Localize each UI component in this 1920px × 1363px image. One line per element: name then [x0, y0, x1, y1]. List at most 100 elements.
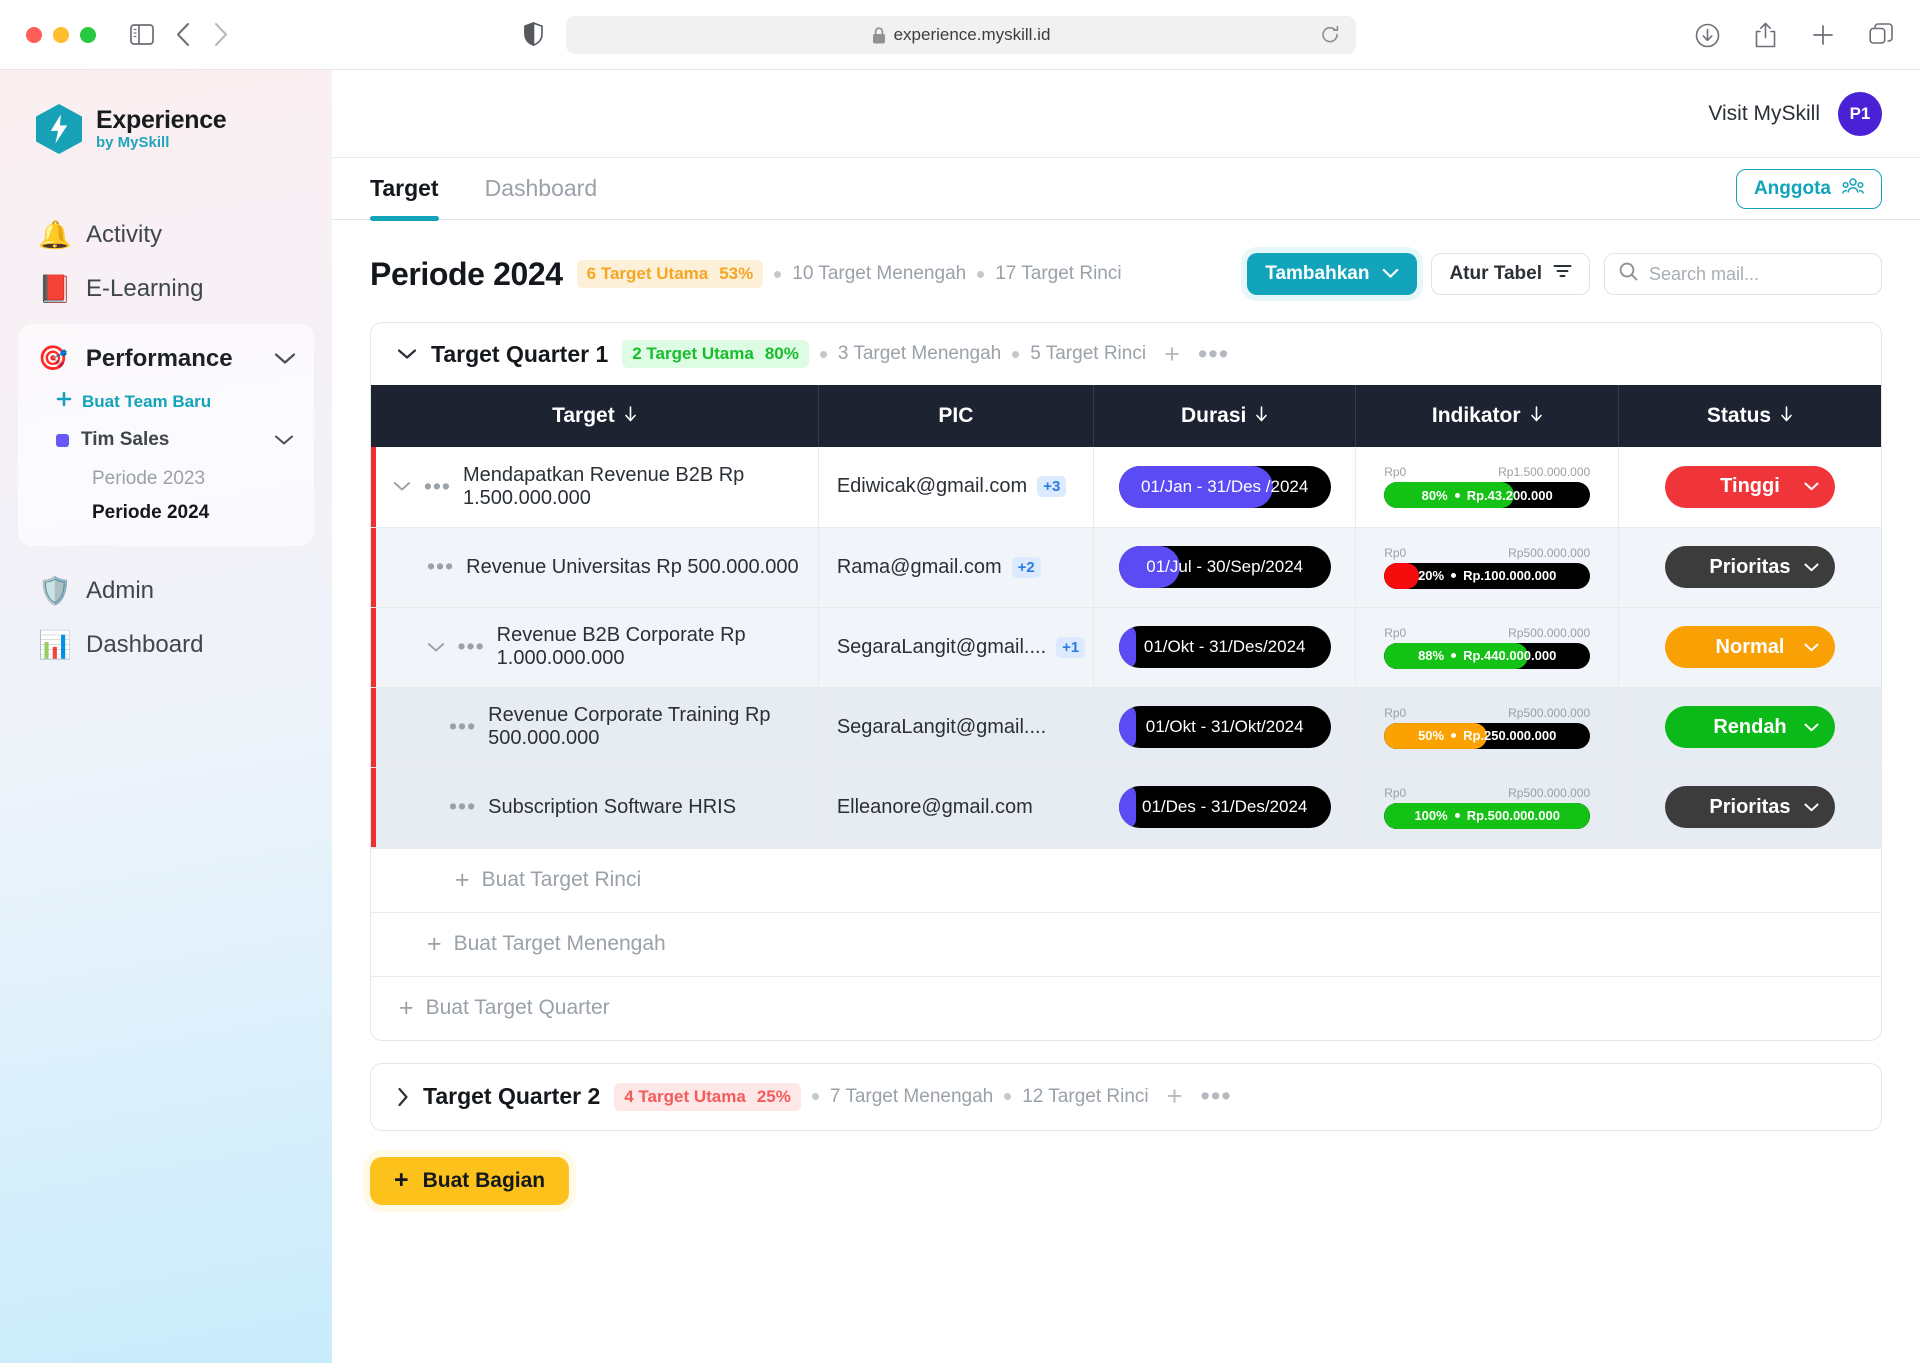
sidebar-item-performance[interactable]: 🎯 Performance — [18, 332, 314, 385]
indicator-widget[interactable]: Rp0Rp1.500.000.00080%Rp.43.200.000 — [1384, 465, 1590, 508]
reload-icon[interactable] — [1321, 25, 1340, 46]
sidebar-item-elearning[interactable]: 📕 E-Learning — [0, 262, 332, 316]
address-bar[interactable]: experience.myskill.id — [566, 16, 1356, 54]
row-more-icon[interactable]: ••• — [449, 721, 476, 733]
search-box[interactable] — [1604, 253, 1882, 295]
quarter-1-more-icon[interactable]: ••• — [1198, 347, 1229, 362]
chevron-right-icon[interactable] — [397, 1087, 409, 1107]
table-row[interactable]: •••Subscription Software HRISElleanore@g… — [371, 767, 1881, 847]
cell-target[interactable]: •••Revenue Corporate Training Rp 500.000… — [371, 687, 818, 767]
add-target-quarter-row[interactable]: + Buat Target Quarter — [371, 976, 1881, 1040]
minimize-window-button[interactable] — [53, 27, 69, 43]
status-badge[interactable]: Prioritas — [1665, 786, 1835, 828]
cell-durasi[interactable]: 01/Jul - 30/Sep/2024 — [1093, 527, 1356, 607]
cell-pic[interactable]: Ediwicak@gmail.com+3 — [818, 447, 1093, 527]
maximize-window-button[interactable] — [80, 27, 96, 43]
row-expand-chevron-icon[interactable] — [393, 481, 412, 492]
chevron-down-icon[interactable] — [1804, 563, 1819, 572]
duration-pill[interactable]: 01/Okt - 31/Des/2024 — [1119, 626, 1331, 668]
privacy-shield-icon[interactable] — [524, 22, 543, 51]
row-pic-extra-count[interactable]: +3 — [1037, 476, 1066, 497]
cell-pic[interactable]: Elleanore@gmail.com — [818, 767, 1093, 847]
forward-button[interactable] — [213, 22, 228, 47]
sidebar-item-periode-2024[interactable]: Periode 2024 — [18, 496, 314, 530]
column-header-pic[interactable]: PIC — [818, 385, 1093, 447]
cell-indikator[interactable]: Rp0Rp500.000.00088%Rp.440.000.000 — [1356, 607, 1619, 687]
chevron-down-icon[interactable] — [274, 434, 294, 446]
new-tab-icon[interactable] — [1811, 23, 1835, 47]
indicator-widget[interactable]: Rp0Rp500.000.00020%Rp.100.000.000 — [1384, 546, 1590, 589]
quarter-2-add-icon[interactable]: + — [1167, 1083, 1183, 1110]
sidebar-item-admin[interactable]: 🛡️ Admin — [0, 564, 332, 618]
column-header-indikator[interactable]: Indikator — [1356, 385, 1619, 447]
cell-pic[interactable]: Rama@gmail.com+2 — [818, 527, 1093, 607]
add-target-rinci-row[interactable]: + Buat Target Rinci — [371, 848, 1881, 912]
address-bar-container[interactable]: experience.myskill.id — [566, 16, 1356, 54]
sidebar-item-periode-2023[interactable]: Periode 2023 — [18, 462, 314, 496]
quarter-2-more-icon[interactable]: ••• — [1200, 1089, 1231, 1104]
sidebar-toggle-icon[interactable] — [130, 24, 154, 45]
table-row[interactable]: •••Revenue Universitas Rp 500.000.000Ram… — [371, 527, 1881, 607]
indicator-widget[interactable]: Rp0Rp500.000.00088%Rp.440.000.000 — [1384, 626, 1590, 669]
sidebar-item-tim-sales[interactable]: Tim Sales — [18, 418, 314, 462]
share-icon[interactable] — [1754, 22, 1777, 48]
cell-durasi[interactable]: 01/Des - 31/Des/2024 — [1093, 767, 1356, 847]
column-header-status[interactable]: Status — [1618, 385, 1881, 447]
cell-durasi[interactable]: 01/Jan - 31/Des /2024 — [1093, 447, 1356, 527]
create-new-team-button[interactable]: Buat Team Baru — [18, 385, 314, 418]
cell-indikator[interactable]: Rp0Rp500.000.000100%Rp.500.000.000 — [1356, 767, 1619, 847]
chevron-down-icon[interactable] — [1804, 803, 1819, 812]
chevron-down-icon[interactable] — [274, 352, 296, 365]
chevron-down-icon[interactable] — [397, 348, 417, 360]
duration-pill[interactable]: 01/Okt - 31/Okt/2024 — [1119, 706, 1331, 748]
chevron-down-icon[interactable] — [1804, 643, 1819, 652]
cell-target[interactable]: •••Revenue Universitas Rp 500.000.000 — [371, 527, 818, 607]
downloads-icon[interactable] — [1695, 23, 1720, 48]
brand-logo-block[interactable]: Experience by MySkill — [0, 104, 332, 154]
cell-pic[interactable]: SegaraLangit@gmail....+1 — [818, 607, 1093, 687]
cell-status[interactable]: Normal — [1618, 607, 1881, 687]
cell-indikator[interactable]: Rp0Rp500.000.00020%Rp.100.000.000 — [1356, 527, 1619, 607]
anggota-button[interactable]: Anggota — [1736, 169, 1882, 209]
cell-durasi[interactable]: 01/Okt - 31/Des/2024 — [1093, 607, 1356, 687]
cell-indikator[interactable]: Rp0Rp500.000.00050%Rp.250.000.000 — [1356, 687, 1619, 767]
window-traffic-lights[interactable] — [26, 27, 96, 43]
row-expand-chevron-icon[interactable] — [427, 642, 445, 653]
table-row[interactable]: •••Revenue B2B Corporate Rp 1.000.000.00… — [371, 607, 1881, 687]
cell-pic[interactable]: SegaraLangit@gmail.... — [818, 687, 1093, 767]
quarter-1-add-icon[interactable]: + — [1164, 341, 1180, 368]
status-badge[interactable]: Normal — [1665, 626, 1835, 668]
sidebar-item-dashboard[interactable]: 📊 Dashboard — [0, 618, 332, 672]
avatar[interactable]: P1 — [1838, 92, 1882, 136]
chevron-down-icon[interactable] — [1804, 482, 1819, 491]
cell-status[interactable]: Prioritas — [1618, 767, 1881, 847]
status-badge[interactable]: Prioritas — [1665, 546, 1835, 588]
column-header-target[interactable]: Target — [371, 385, 818, 447]
add-target-menengah-row[interactable]: + Buat Target Menengah — [371, 912, 1881, 976]
search-input[interactable] — [1649, 264, 1867, 285]
table-row[interactable]: •••Revenue Corporate Training Rp 500.000… — [371, 687, 1881, 767]
duration-pill[interactable]: 01/Jan - 31/Des /2024 — [1119, 466, 1331, 508]
atur-tabel-button[interactable]: Atur Tabel — [1431, 253, 1590, 295]
indicator-widget[interactable]: Rp0Rp500.000.00050%Rp.250.000.000 — [1384, 706, 1590, 749]
tab-overview-icon[interactable] — [1869, 23, 1894, 48]
chevron-down-icon[interactable] — [1804, 723, 1819, 732]
column-header-durasi[interactable]: Durasi — [1093, 385, 1356, 447]
tambahkan-button[interactable]: Tambahkan — [1247, 253, 1417, 295]
visit-myskill-link[interactable]: Visit MySkill — [1708, 102, 1820, 126]
cell-target[interactable]: •••Subscription Software HRIS — [371, 767, 818, 847]
close-window-button[interactable] — [26, 27, 42, 43]
tab-dashboard[interactable]: Dashboard — [485, 158, 598, 220]
row-more-icon[interactable]: ••• — [427, 561, 454, 573]
cell-status[interactable]: Prioritas — [1618, 527, 1881, 607]
back-button[interactable] — [176, 22, 191, 47]
row-more-icon[interactable]: ••• — [449, 801, 476, 813]
cell-status[interactable]: Rendah — [1618, 687, 1881, 767]
row-pic-extra-count[interactable]: +1 — [1056, 637, 1085, 658]
table-row[interactable]: •••Mendapatkan Revenue B2B Rp 1.500.000.… — [371, 447, 1881, 527]
sidebar-item-activity[interactable]: 🔔 Activity — [0, 208, 332, 262]
duration-pill[interactable]: 01/Des - 31/Des/2024 — [1119, 786, 1331, 828]
cell-durasi[interactable]: 01/Okt - 31/Okt/2024 — [1093, 687, 1356, 767]
row-pic-extra-count[interactable]: +2 — [1012, 557, 1041, 578]
status-badge[interactable]: Rendah — [1665, 706, 1835, 748]
